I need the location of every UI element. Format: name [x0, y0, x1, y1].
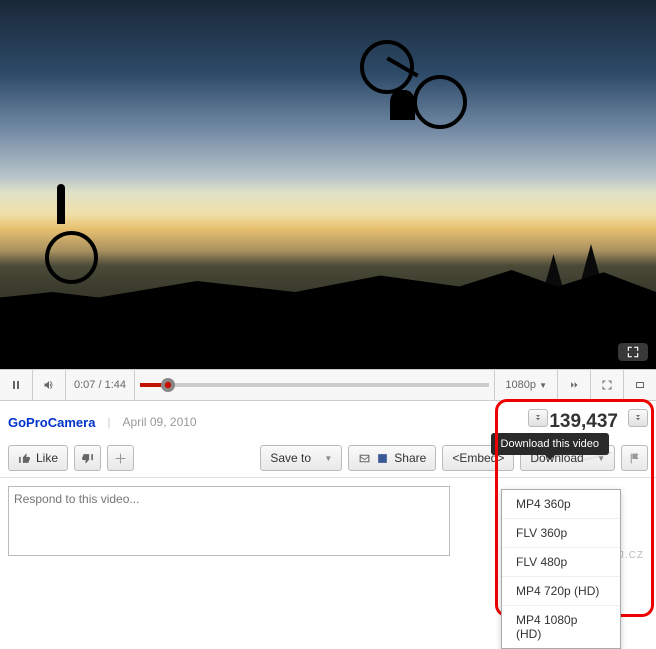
share-button[interactable]: Share	[348, 445, 436, 471]
thumbs-up-icon	[18, 452, 31, 465]
download-option[interactable]: MP4 1080p (HD)	[502, 606, 620, 648]
collapse-button-right[interactable]	[628, 409, 648, 427]
comment-input[interactable]	[8, 486, 450, 556]
plus-icon	[114, 452, 127, 465]
download-option[interactable]: MP4 720p (HD)	[502, 577, 620, 606]
download-option[interactable]: MP4 360p	[502, 490, 620, 519]
time-display: 0:07 / 1:44	[66, 370, 135, 400]
scene-biker-standing	[45, 184, 100, 284]
player-controls: 0:07 / 1:44 1080p ▼	[0, 369, 656, 401]
channel-link[interactable]: GoProCamera	[8, 415, 95, 430]
video-player[interactable]	[0, 0, 656, 369]
pause-button[interactable]	[0, 370, 33, 400]
collapse-button-left[interactable]	[528, 409, 548, 427]
dislike-button[interactable]	[74, 445, 101, 471]
progress-bar[interactable]	[135, 370, 494, 400]
thumbs-down-icon	[81, 452, 94, 465]
download-tooltip: Download this video	[491, 433, 609, 455]
flag-button[interactable]	[621, 445, 648, 471]
add-to-button[interactable]	[107, 445, 134, 471]
upload-date: April 09, 2010	[123, 415, 197, 429]
facebook-icon	[376, 452, 389, 465]
quality-selector[interactable]: 1080p ▼	[494, 370, 557, 400]
like-button[interactable]: Like	[8, 445, 68, 471]
envelope-icon	[358, 452, 371, 465]
download-option[interactable]: FLV 480p	[502, 548, 620, 577]
download-dropdown: MP4 360pFLV 360pFLV 480pMP4 720p (HD)MP4…	[501, 489, 621, 649]
expand-icon[interactable]	[618, 343, 648, 361]
next-button[interactable]	[557, 370, 590, 400]
volume-button[interactable]	[33, 370, 66, 400]
download-option[interactable]: FLV 360p	[502, 519, 620, 548]
scene-biker-airborne	[355, 20, 465, 130]
video-frame	[0, 0, 656, 369]
flag-icon	[628, 452, 641, 465]
fullscreen-button[interactable]	[590, 370, 623, 400]
pop-out-button[interactable]	[623, 370, 656, 400]
save-to-button[interactable]: Save to ▼	[260, 445, 342, 471]
